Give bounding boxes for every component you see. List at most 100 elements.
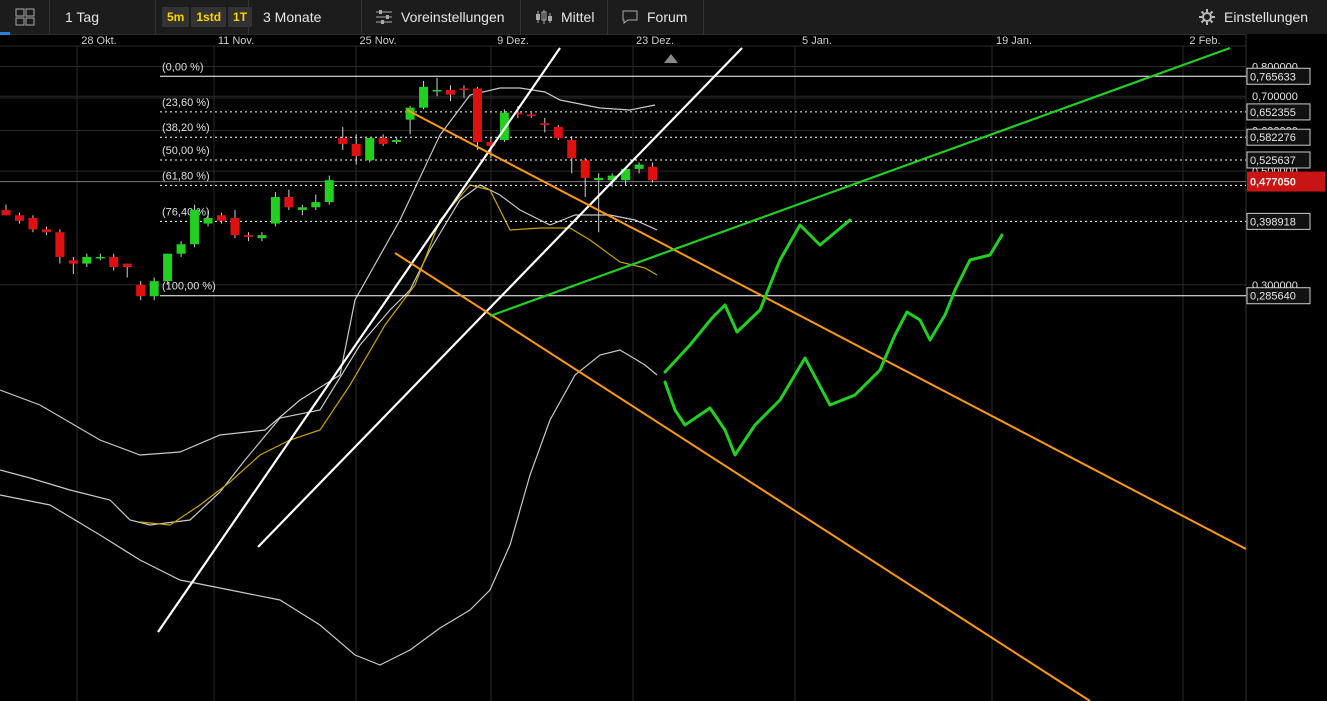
gear-icon: [1199, 9, 1215, 25]
bull-candle: [311, 202, 321, 208]
presets-button[interactable]: Voreinstellungen: [363, 0, 521, 34]
trend-drawings: [157, 46, 1247, 701]
bull-candle: [82, 256, 92, 264]
bear-candle: [648, 166, 658, 181]
channel-upper-line: [406, 109, 1247, 550]
indicator-lines: [0, 87, 658, 666]
current-price-label: 0,477050: [1250, 177, 1296, 189]
price-chart[interactable]: 28 Okt. 11 Nov. 25 Nov. 9 Dez. 23 Dez. 5 Jan.…: [0, 34, 1327, 701]
forum-label: Forum: [647, 9, 688, 25]
settings-button[interactable]: Einstellungen: [1196, 0, 1327, 34]
bear-candle: [526, 114, 536, 117]
bull-candle: [594, 177, 604, 181]
bull-candle: [499, 112, 509, 141]
x-tick-label: 11 Nov.: [218, 35, 254, 47]
fib-percent-label: (38,20 %): [162, 122, 210, 134]
sliders-icon: [376, 10, 392, 24]
bear-candle: [243, 235, 253, 237]
fib-price-label: 0,652355: [1250, 107, 1296, 119]
fib-price-label: 0,285640: [1250, 291, 1296, 303]
channel-lower-line: [394, 252, 1091, 701]
bear-candle: [540, 123, 550, 126]
grid-icon: [15, 8, 34, 26]
bull-candle: [149, 281, 159, 297]
interval-select[interactable]: 1 Tag: [51, 0, 156, 34]
bear-candle: [1, 209, 11, 216]
chart-toolbar: 1 Tag 5m 1std 1T 3 Monate Voreinstellung…: [0, 0, 1327, 35]
bull-candle: [163, 253, 173, 282]
quick-5m-button[interactable]: 5m: [162, 7, 190, 27]
bull-candle: [634, 164, 644, 169]
range-label: 3 Monate: [263, 9, 322, 25]
bull-candle: [270, 197, 280, 224]
fib-percent-label: (50,00 %): [162, 145, 210, 157]
layout-grid-button[interactable]: [0, 0, 50, 34]
bull-candle: [297, 207, 307, 210]
bear-candle: [55, 232, 65, 257]
fib-price-label: 0,765633: [1250, 71, 1296, 83]
x-tick-label: 28 Okt.: [81, 35, 116, 47]
bear-candle: [14, 215, 24, 221]
x-axis: 28 Okt. 11 Nov. 25 Nov. 9 Dez. 23 Dez. 5 Jan.…: [81, 35, 1220, 47]
bear-candle: [553, 126, 563, 139]
bollinger-upper: [0, 87, 656, 456]
speech-bubble-icon: [622, 10, 638, 24]
bear-candle: [230, 218, 240, 236]
fib-price-label: 0,582276: [1250, 132, 1296, 144]
bull-candle: [432, 89, 442, 92]
y-tick-label: 0,700000: [1252, 91, 1298, 103]
x-tick-label: 23 Dez.: [636, 35, 674, 47]
bull-candle: [95, 256, 105, 259]
quick-interval-group: 5m 1std 1T: [157, 0, 253, 34]
bear-candle: [109, 256, 119, 267]
bear-candle: [378, 138, 388, 144]
presets-label: Voreinstellungen: [401, 9, 505, 25]
bear-candle: [459, 88, 469, 90]
bear-candle: [580, 160, 590, 178]
x-tick-label: 19 Jan.: [996, 35, 1032, 47]
bear-candle: [28, 218, 38, 230]
settings-label: Einstellungen: [1224, 9, 1309, 25]
freehand-projection-lower: [663, 233, 1004, 457]
x-tick-label: 5 Jan.: [802, 35, 832, 47]
bull-candle: [365, 138, 375, 161]
sma-line: [139, 184, 658, 526]
bear-candle: [284, 197, 294, 208]
bear-candle: [68, 260, 78, 264]
indicator-button[interactable]: Mittel: [522, 0, 608, 34]
bear-candle: [136, 284, 146, 297]
bull-candle: [392, 140, 402, 142]
bear-candle: [338, 138, 348, 144]
bear-candle: [446, 89, 456, 95]
quick-1t-button[interactable]: 1T: [228, 7, 253, 27]
candlestick-icon: [536, 10, 552, 24]
fib-percent-label: (100,00 %): [162, 281, 216, 293]
x-tick-label: 9 Dez.: [497, 35, 529, 47]
scroll-marker[interactable]: [664, 54, 678, 63]
bear-candle: [567, 140, 577, 159]
bull-candle: [190, 209, 200, 245]
fib-percent-label: (23,60 %): [162, 97, 210, 109]
indicator-label: Mittel: [561, 9, 595, 25]
bull-candle: [324, 180, 334, 203]
bull-candle: [419, 86, 429, 108]
bull-candle: [203, 218, 213, 224]
bear-candle: [41, 229, 51, 233]
quick-1std-button[interactable]: 1std: [191, 7, 227, 27]
bear-candle: [351, 143, 361, 157]
fib-percent-label: (61,80 %): [162, 170, 210, 182]
fib-percent-label: (76,40 %): [162, 206, 210, 218]
fib-percent-label: (0,00 %): [162, 61, 204, 73]
fib-price-label: 0,398918: [1250, 216, 1296, 228]
x-tick-label: 2 Feb.: [1189, 35, 1220, 47]
bull-candle: [176, 244, 186, 254]
bear-candle: [472, 88, 482, 142]
forum-button[interactable]: Forum: [609, 0, 704, 34]
bear-candle: [217, 215, 227, 221]
trendline-white-steep: [157, 47, 561, 633]
bull-candle: [257, 235, 267, 239]
fib-price-label: 0,525637: [1250, 155, 1296, 167]
interval-label: 1 Tag: [65, 9, 99, 25]
x-tick-label: 25 Nov.: [359, 35, 396, 47]
range-select[interactable]: 3 Monate: [250, 0, 362, 34]
